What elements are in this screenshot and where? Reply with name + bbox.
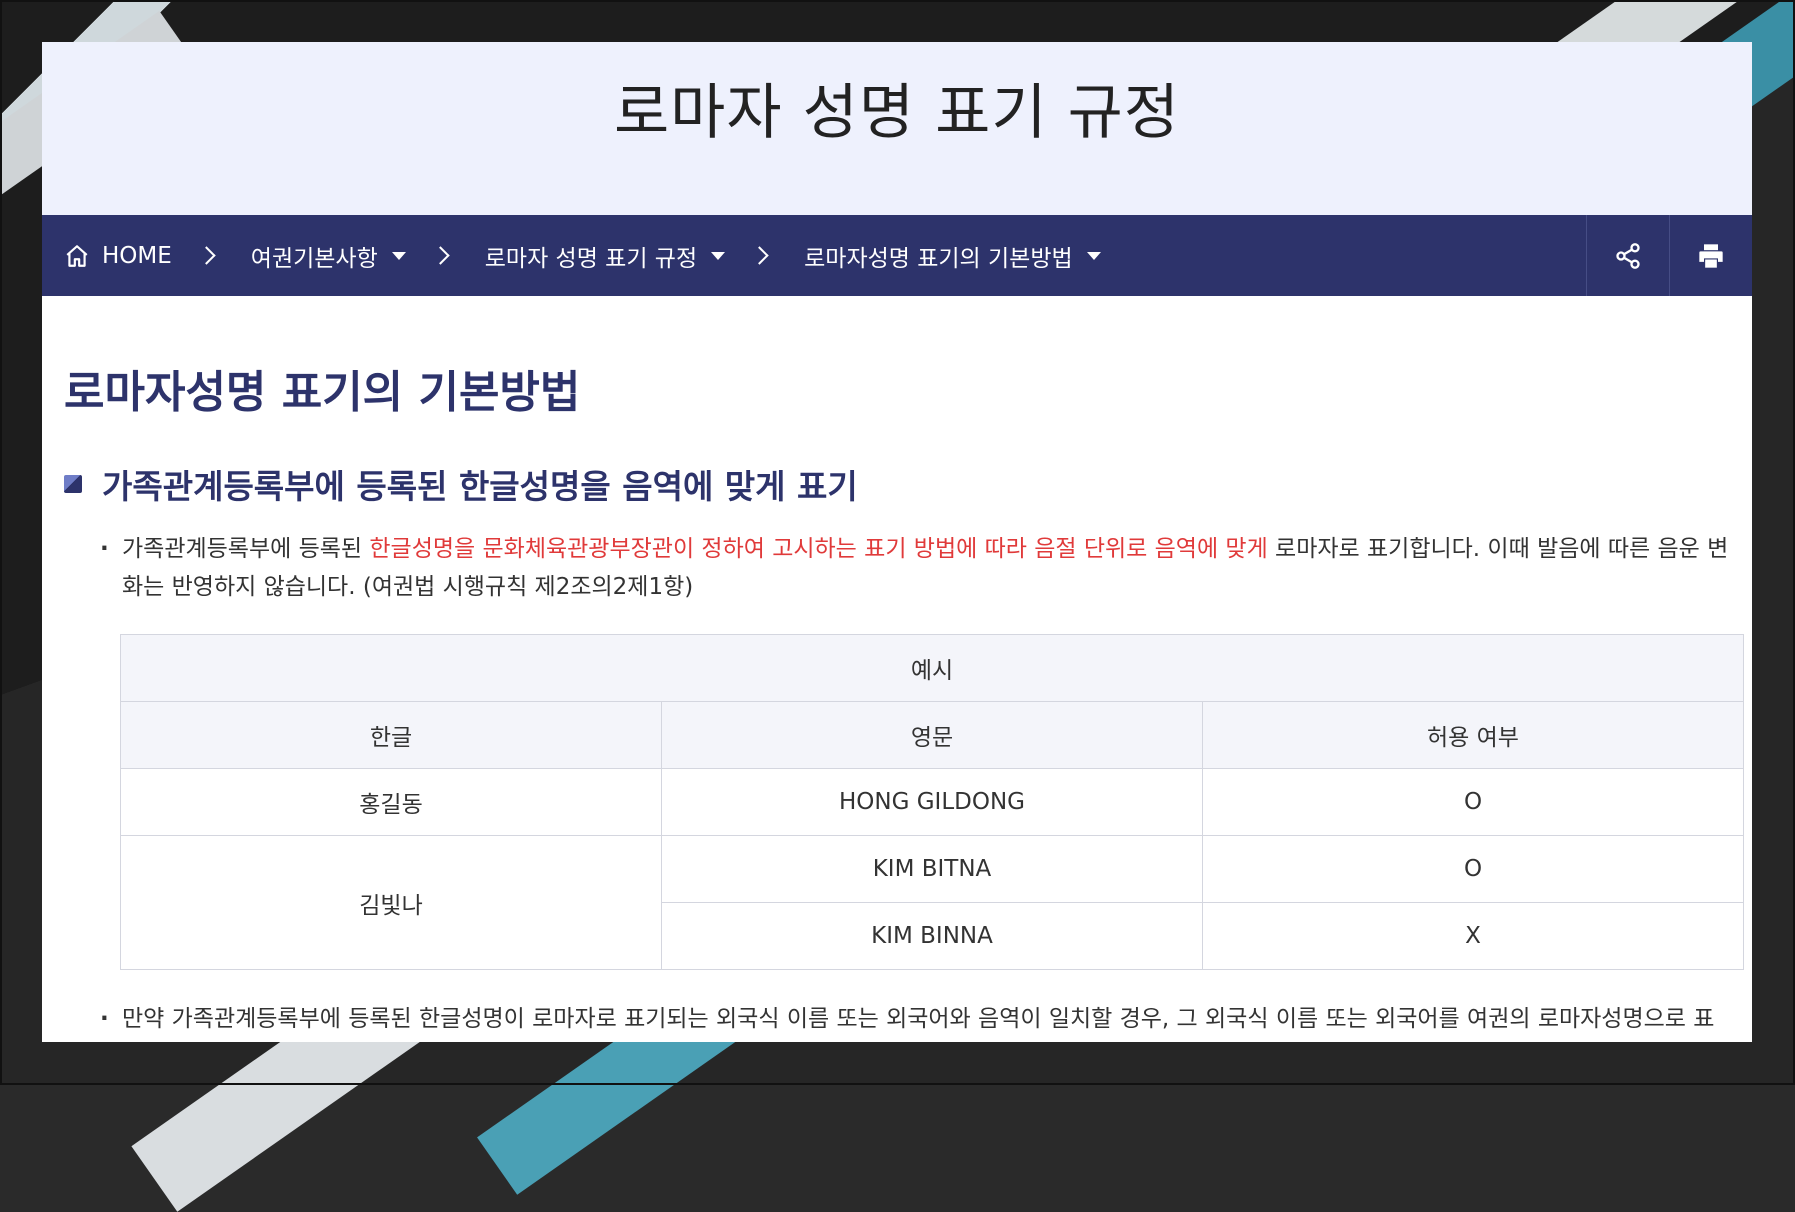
subsection-title: 가족관계등록부에 등록된 한글성명을 음역에 맞게 표기 bbox=[102, 467, 858, 506]
section-title: 로마자성명 표기의 기본방법 bbox=[64, 367, 581, 418]
rule-text-prefix: 가족관계등록부에 등록된 bbox=[122, 536, 370, 562]
main-content: 로마자성명 표기의 기본방법 가족관계등록부에 등록된 한글성명을 음역에 맞게… bbox=[42, 296, 1752, 1042]
print-button[interactable] bbox=[1669, 215, 1752, 296]
chevron-right-icon bbox=[431, 246, 450, 265]
cell-english: HONG GILDONG bbox=[661, 768, 1203, 836]
square-bullet-icon bbox=[64, 475, 82, 493]
table-row: 홍길동 HONG GILDONG O bbox=[120, 768, 1744, 836]
share-button[interactable] bbox=[1586, 215, 1669, 296]
table-header-row: 한글 영문 허용 여부 bbox=[120, 701, 1744, 769]
breadcrumb-list: HOME 여권기본사항 로마자 성명 표기 규정 로마자성명 표기의 기본방법 bbox=[42, 239, 1586, 273]
share-icon bbox=[1616, 242, 1640, 269]
table-caption-row: 예시 bbox=[120, 634, 1744, 702]
cell-korean: 김빛나 bbox=[120, 835, 662, 970]
chevron-right-icon bbox=[750, 246, 769, 265]
cell-allowed: O bbox=[1202, 835, 1744, 903]
page-title: 로마자 성명 표기 규정 bbox=[613, 78, 1181, 148]
cell-allowed: X bbox=[1202, 902, 1744, 970]
breadcrumb-item-label: 로마자성명 표기의 기본방법 bbox=[804, 245, 1073, 272]
breadcrumb-item-basic-method[interactable]: 로마자성명 표기의 기본방법 bbox=[804, 239, 1101, 273]
page-header: 로마자 성명 표기 규정 bbox=[42, 42, 1752, 215]
breadcrumb-home[interactable]: HOME bbox=[64, 243, 172, 269]
breadcrumb-item-label: 로마자 성명 표기 규정 bbox=[484, 245, 698, 272]
table-caption: 예시 bbox=[120, 634, 1744, 702]
column-header-english: 영문 bbox=[661, 701, 1203, 769]
caret-down-icon bbox=[711, 251, 726, 260]
print-icon bbox=[1699, 243, 1723, 268]
subsection-heading: 가족관계등록부에 등록된 한글성명을 음역에 맞게 표기 bbox=[64, 460, 1730, 508]
breadcrumb: HOME 여권기본사항 로마자 성명 표기 규정 로마자성명 표기의 기본방법 bbox=[42, 215, 1752, 296]
column-header-korean: 한글 bbox=[120, 701, 662, 769]
breadcrumb-home-label: HOME bbox=[102, 242, 172, 269]
table-row: 김빛나 KIM BITNA O bbox=[120, 835, 1744, 970]
cell-english: KIM BINNA bbox=[661, 902, 1203, 970]
cell-korean: 홍길동 bbox=[120, 768, 662, 836]
chevron-right-icon bbox=[197, 246, 216, 265]
column-header-allowed: 허용 여부 bbox=[1202, 701, 1744, 769]
example-table: 예시 한글 영문 허용 여부 홍길동 HONG GILDONG O 김빛나 KI… bbox=[120, 634, 1744, 970]
page-window: 로마자 성명 표기 규정 HOME 여권기본사항 로마자 성명 표기 규정 로마… bbox=[42, 42, 1752, 1042]
foreign-name-paragraph: 만약 가족관계등록부에 등록된 한글성명이 로마자로 표기되는 외국식 이름 또… bbox=[64, 1000, 1730, 1042]
breadcrumb-item-roman-name-rules[interactable]: 로마자 성명 표기 규정 bbox=[484, 239, 726, 273]
breadcrumb-item-label: 여권기본사항 bbox=[250, 245, 378, 272]
home-icon bbox=[66, 244, 88, 267]
caret-down-icon bbox=[391, 251, 406, 260]
cell-english: KIM BITNA bbox=[661, 835, 1203, 903]
cell-allowed: O bbox=[1202, 768, 1744, 836]
rule-paragraph: 가족관계등록부에 등록된 한글성명을 문화체육관광부장관이 정하여 고시하는 표… bbox=[64, 530, 1730, 606]
breadcrumb-item-passport-basics[interactable]: 여권기본사항 bbox=[251, 239, 406, 273]
rule-text-highlight: 한글성명을 문화체육관광부장관이 정하여 고시하는 표기 방법에 따라 음절 단… bbox=[369, 536, 1268, 562]
caret-down-icon bbox=[1086, 251, 1101, 260]
